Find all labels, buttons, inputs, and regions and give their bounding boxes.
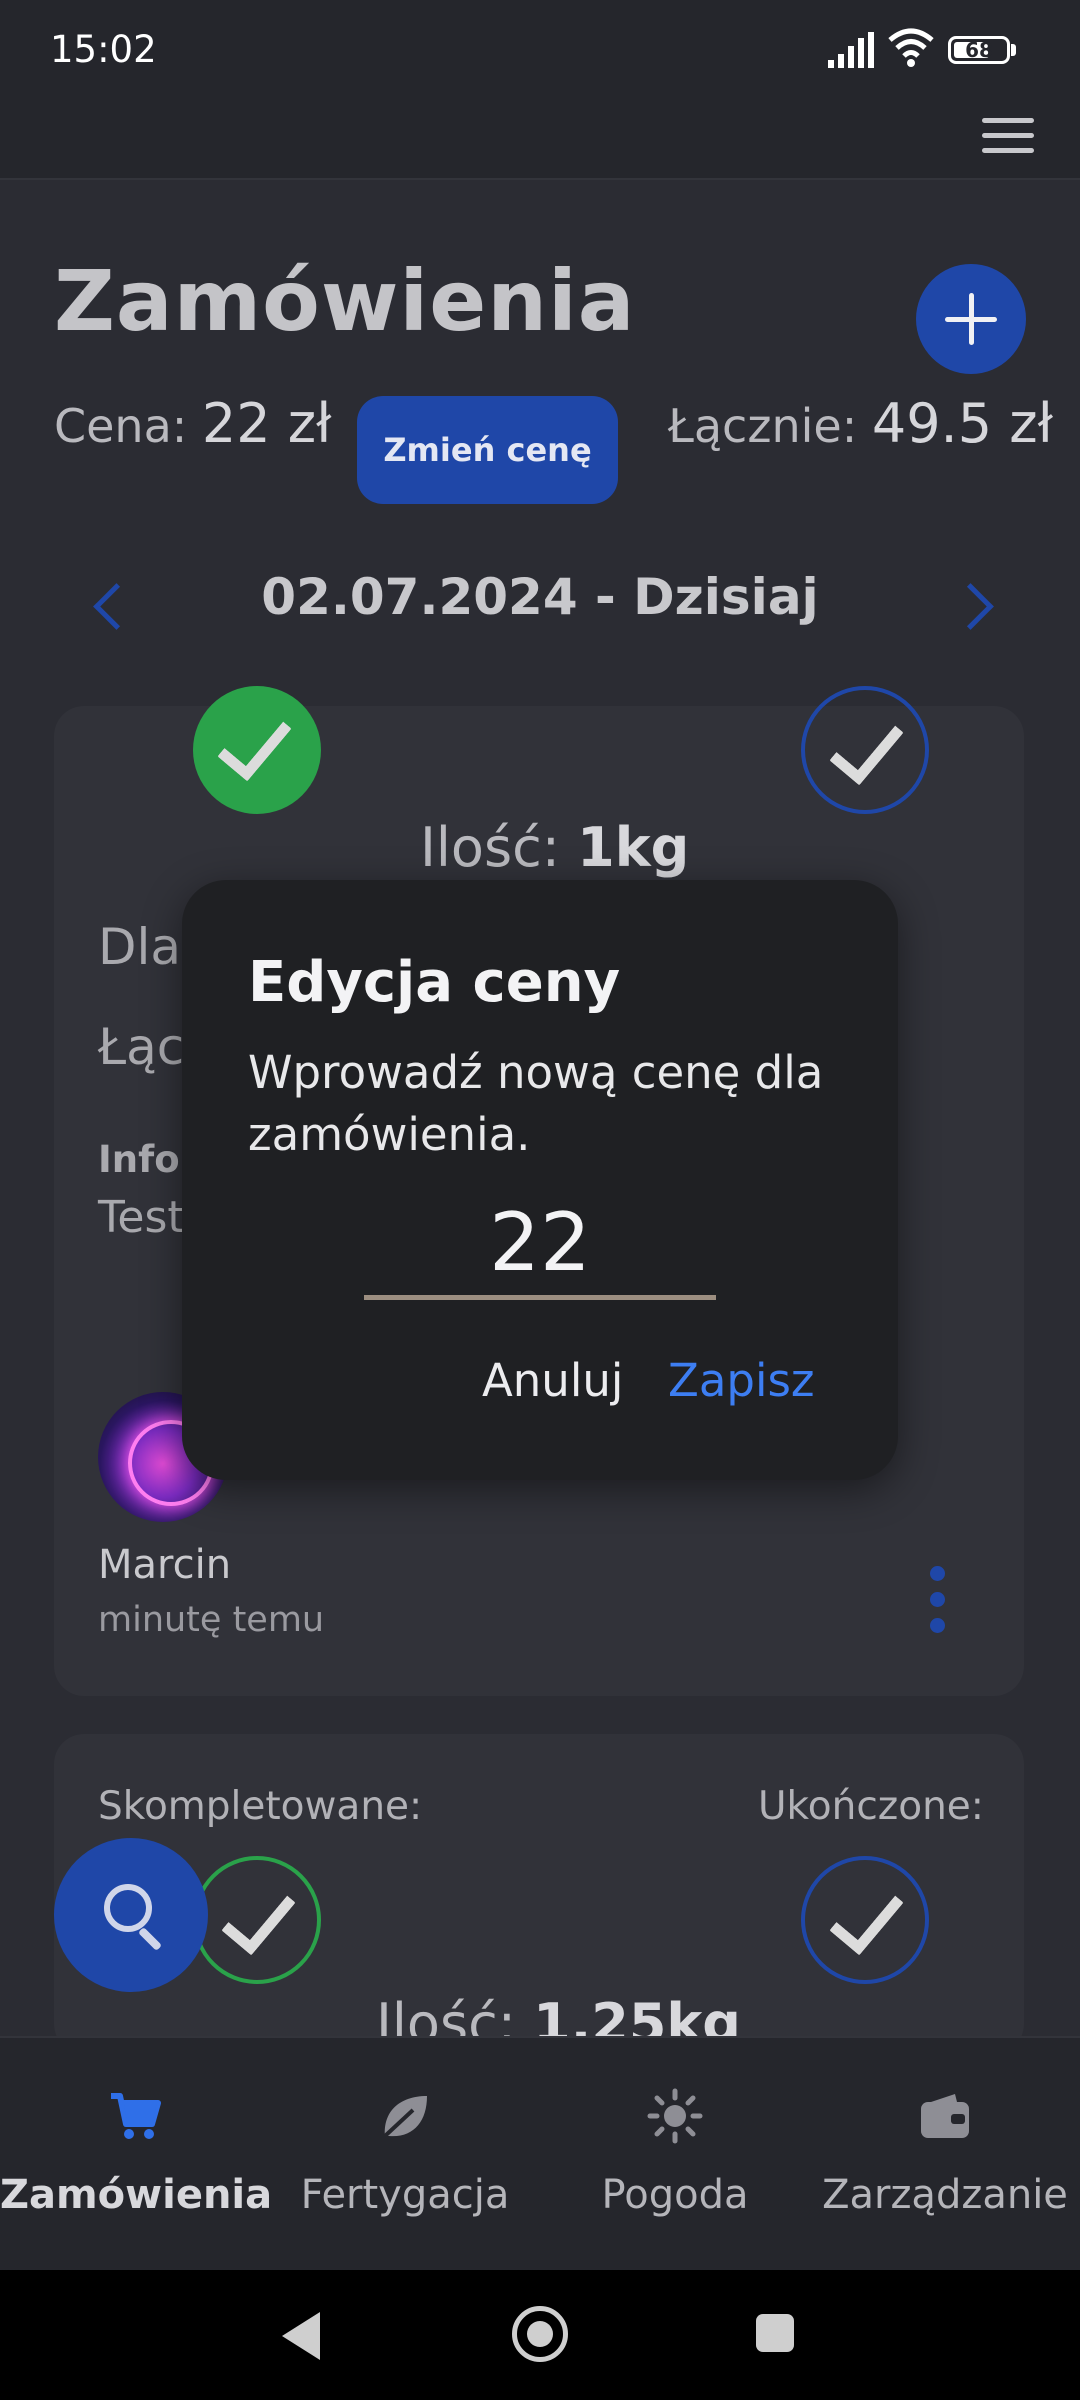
- change-price-button[interactable]: Zmień cenę: [357, 396, 618, 504]
- nav-label: Fertygacja: [300, 2172, 510, 2218]
- finished-label: Ukończone:: [758, 1784, 984, 1829]
- info-value: Test: [98, 1192, 185, 1243]
- hamburger-menu-icon[interactable]: [982, 116, 1034, 156]
- total-label: Łącznie:: [668, 399, 858, 453]
- order-line-2: Łąc: [98, 1018, 185, 1076]
- total-value: 49.5 zł: [871, 392, 1053, 455]
- nav-label: Zamówienia: [0, 2172, 273, 2218]
- search-button[interactable]: [54, 1838, 208, 1992]
- battery-icon: 68: [948, 36, 1010, 64]
- total-display: Łącznie: 49.5 zł: [668, 392, 1053, 455]
- back-icon[interactable]: [282, 2312, 320, 2360]
- completed-check-icon[interactable]: [193, 686, 321, 814]
- price-input[interactable]: [364, 1190, 716, 1300]
- prev-date-chevron-icon[interactable]: [93, 583, 140, 630]
- next-date-chevron-icon[interactable]: [947, 583, 994, 630]
- completed-check-icon[interactable]: [193, 1856, 321, 1984]
- signal-icon: [828, 32, 874, 68]
- cancel-button[interactable]: Anuluj: [482, 1354, 623, 1407]
- more-vert-icon[interactable]: [926, 1560, 950, 1640]
- app-bar: [0, 104, 1080, 180]
- nav-fertigation[interactable]: Fertygacja: [270, 2036, 540, 2270]
- dialog-title: Edycja ceny: [248, 950, 621, 1015]
- cart-icon: [111, 2093, 161, 2139]
- price-value: 22 zł: [201, 392, 332, 455]
- order-line-1: Dla: [98, 918, 182, 976]
- add-order-button[interactable]: [916, 264, 1026, 374]
- nav-weather[interactable]: Pogoda: [540, 2036, 810, 2270]
- nav-label: Zarządzanie: [822, 2172, 1068, 2218]
- price-display: Cena: 22 zł: [54, 392, 331, 455]
- user-name: Marcin: [98, 1542, 232, 1588]
- quantity-label: Ilość:: [420, 816, 560, 879]
- battery-tip: [1011, 44, 1016, 56]
- finished-check-icon[interactable]: [801, 686, 929, 814]
- wifi-icon: [888, 28, 934, 67]
- date-label: 02.07.2024 - Dzisiaj: [261, 568, 819, 626]
- leaf-icon: [383, 2096, 427, 2138]
- wallet-icon: [921, 2094, 969, 2138]
- recents-icon[interactable]: [756, 2314, 794, 2352]
- nav-label: Pogoda: [601, 2172, 749, 2218]
- status-time: 15:02: [50, 28, 157, 71]
- home-icon[interactable]: [512, 2306, 568, 2362]
- nav-management[interactable]: Zarządzanie: [810, 2036, 1080, 2270]
- price-label: Cena:: [54, 399, 188, 453]
- quantity-text: Ilość: 1kg: [420, 816, 689, 879]
- finished-check-icon[interactable]: [801, 1856, 929, 1984]
- search-icon: [104, 1884, 152, 1932]
- save-button[interactable]: Zapisz: [668, 1354, 815, 1407]
- quantity-value: 1kg: [577, 816, 690, 879]
- page-title: Zamówienia: [54, 252, 636, 350]
- completed-label: Skompletowane:: [98, 1784, 423, 1829]
- dialog-body: Wprowadź nową cenę dla zamówienia.: [248, 1046, 824, 1161]
- battery-level: 68: [965, 38, 993, 62]
- sun-icon: [647, 2088, 703, 2144]
- user-time: minutę temu: [98, 1600, 325, 1640]
- nav-orders[interactable]: Zamówienia: [0, 2036, 273, 2270]
